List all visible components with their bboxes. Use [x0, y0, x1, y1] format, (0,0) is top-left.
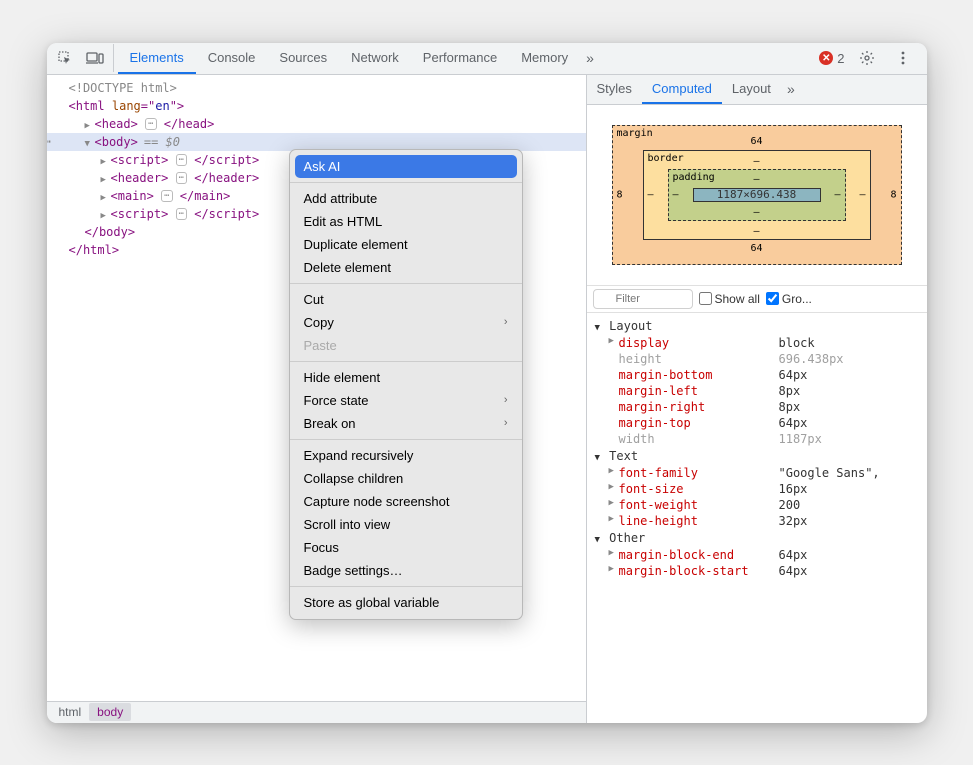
- tab-network[interactable]: Network: [339, 43, 411, 75]
- kebab-icon[interactable]: [889, 44, 917, 72]
- subtab-computed[interactable]: Computed: [642, 75, 722, 105]
- bm-content[interactable]: 1187×696.438: [693, 188, 821, 202]
- menu-item-break-on[interactable]: Break on›: [290, 412, 522, 435]
- filter-row: Filter Show all Gro...: [587, 285, 927, 313]
- breadcrumb-body[interactable]: body: [89, 703, 131, 721]
- prop-group-other[interactable]: Other: [595, 529, 919, 547]
- chevron-right-icon: ›: [504, 316, 508, 328]
- prop-group-text[interactable]: Text: [595, 447, 919, 465]
- subtab-layout[interactable]: Layout: [722, 75, 781, 105]
- prop-row[interactable]: margin-right8px: [595, 399, 919, 415]
- prop-row[interactable]: ▶font-size16px: [595, 481, 919, 497]
- prop-row[interactable]: ▶line-height32px: [595, 513, 919, 529]
- chevron-right-icon: ›: [504, 417, 508, 429]
- menu-item-hide-element[interactable]: Hide element: [290, 366, 522, 389]
- menu-item-store-as-global-variable[interactable]: Store as global variable: [290, 591, 522, 614]
- chevron-right-icon: ›: [504, 394, 508, 406]
- menu-item-ask-ai[interactable]: Ask AI: [295, 155, 517, 178]
- bm-padding[interactable]: padding – – – – 1187×696.438: [668, 169, 846, 221]
- show-all-checkbox[interactable]: Show all: [699, 292, 760, 306]
- prop-row[interactable]: margin-bottom64px: [595, 367, 919, 383]
- context-menu: Ask AI Add attributeEdit as HTMLDuplicate…: [289, 149, 523, 620]
- inspect-icon[interactable]: [51, 44, 79, 72]
- menu-separator: [290, 182, 522, 183]
- menu-item-add-attribute[interactable]: Add attribute: [290, 187, 522, 210]
- bm-margin[interactable]: margin 64 64 8 8 border – – – – paddin: [612, 125, 902, 265]
- doctype-node[interactable]: <!DOCTYPE html>: [69, 81, 177, 95]
- breadcrumb-html[interactable]: html: [51, 703, 90, 721]
- styles-panel: StylesComputedLayout » margin 64 64 8 8 …: [587, 75, 927, 723]
- tab-elements[interactable]: Elements: [118, 43, 196, 75]
- devtools-window: ElementsConsoleSourcesNetworkPerformance…: [47, 43, 927, 723]
- filter-input[interactable]: Filter: [593, 289, 693, 309]
- sidebar-tabs: StylesComputedLayout »: [587, 75, 927, 105]
- menu-item-copy[interactable]: Copy›: [290, 311, 522, 334]
- prop-row[interactable]: ▶margin-block-end64px: [595, 547, 919, 563]
- group-checkbox[interactable]: Gro...: [766, 292, 812, 306]
- prop-row[interactable]: width1187px: [595, 431, 919, 447]
- html-node[interactable]: <html lang="en">: [47, 97, 586, 115]
- menu-separator: [290, 586, 522, 587]
- gear-icon[interactable]: [853, 44, 881, 72]
- menu-item-paste: Paste: [290, 334, 522, 357]
- menu-separator: [290, 439, 522, 440]
- bm-border[interactable]: border – – – – padding – – – – 11: [643, 150, 871, 240]
- tab-console[interactable]: Console: [196, 43, 268, 75]
- device-icon[interactable]: [81, 44, 109, 72]
- more-subtabs-icon[interactable]: »: [781, 81, 801, 97]
- menu-item-edit-as-html[interactable]: Edit as HTML: [290, 210, 522, 233]
- menu-item-collapse-children[interactable]: Collapse children: [290, 467, 522, 490]
- tab-sources[interactable]: Sources: [267, 43, 339, 75]
- error-icon: ✕: [819, 51, 833, 65]
- prop-row[interactable]: ▶margin-block-start64px: [595, 563, 919, 579]
- tab-memory[interactable]: Memory: [509, 43, 580, 75]
- error-count-badge[interactable]: ✕ 2: [819, 51, 844, 66]
- menu-item-scroll-into-view[interactable]: Scroll into view: [290, 513, 522, 536]
- error-count: 2: [837, 51, 844, 66]
- menu-separator: [290, 283, 522, 284]
- menu-item-badge-settings-[interactable]: Badge settings…: [290, 559, 522, 582]
- main-toolbar: ElementsConsoleSourcesNetworkPerformance…: [47, 43, 927, 75]
- box-model: margin 64 64 8 8 border – – – – paddin: [587, 105, 927, 285]
- menu-item-duplicate-element[interactable]: Duplicate element: [290, 233, 522, 256]
- prop-group-layout[interactable]: Layout: [595, 317, 919, 335]
- prop-row[interactable]: ▶displayblock: [595, 335, 919, 351]
- prop-row[interactable]: ▶font-family"Google Sans",: [595, 465, 919, 481]
- computed-properties: Layout▶displayblockheight696.438pxmargin…: [587, 313, 927, 723]
- prop-row[interactable]: margin-top64px: [595, 415, 919, 431]
- menu-item-capture-node-screenshot[interactable]: Capture node screenshot: [290, 490, 522, 513]
- main-tabs: ElementsConsoleSourcesNetworkPerformance…: [118, 43, 581, 75]
- head-node[interactable]: ▶<head> ⋯ </head>: [47, 115, 586, 133]
- tab-performance[interactable]: Performance: [411, 43, 509, 75]
- prop-row[interactable]: ▶font-weight200: [595, 497, 919, 513]
- prop-row[interactable]: height696.438px: [595, 351, 919, 367]
- menu-item-delete-element[interactable]: Delete element: [290, 256, 522, 279]
- more-tabs-icon[interactable]: »: [580, 50, 600, 66]
- body-node-selected[interactable]: ⋯▼<body>== $0: [47, 133, 586, 151]
- breadcrumb: html body: [47, 701, 586, 723]
- menu-item-focus[interactable]: Focus: [290, 536, 522, 559]
- subtab-styles[interactable]: Styles: [587, 75, 642, 105]
- menu-item-force-state[interactable]: Force state›: [290, 389, 522, 412]
- menu-separator: [290, 361, 522, 362]
- menu-item-expand-recursively[interactable]: Expand recursively: [290, 444, 522, 467]
- prop-row[interactable]: margin-left8px: [595, 383, 919, 399]
- menu-item-cut[interactable]: Cut: [290, 288, 522, 311]
